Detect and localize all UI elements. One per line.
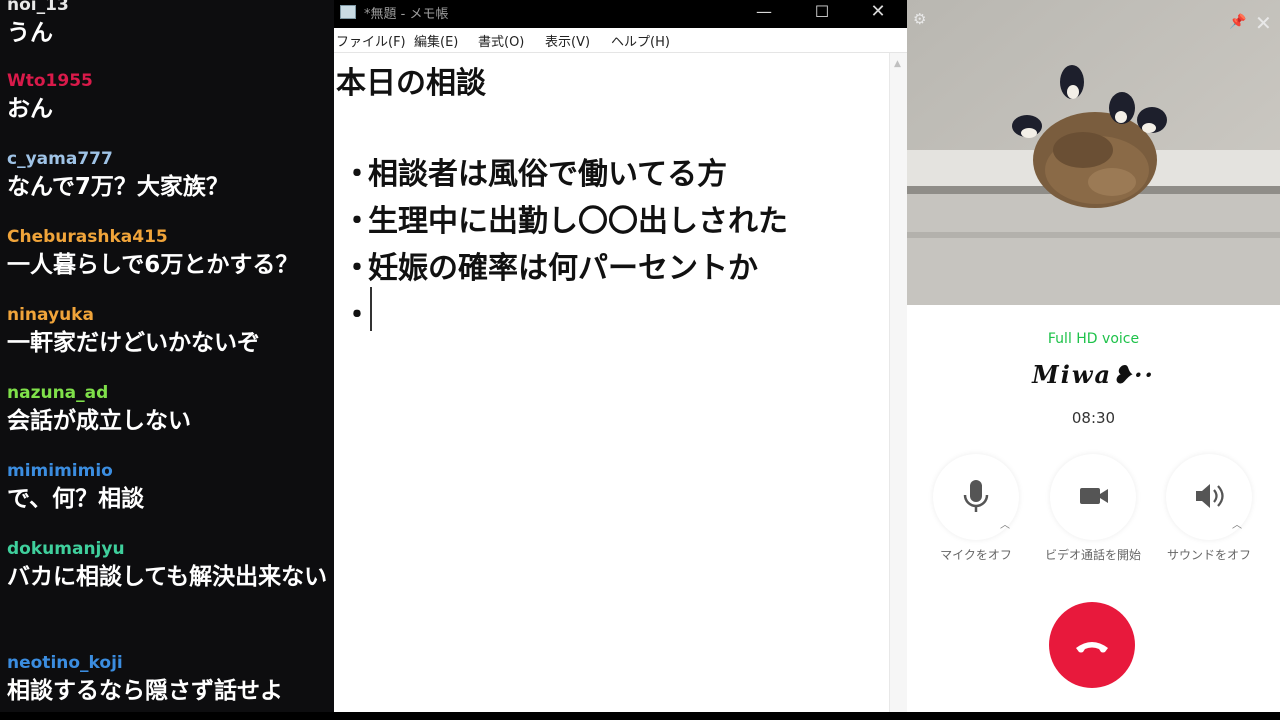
- chat-username: dokumanjyu: [7, 539, 125, 559]
- notepad-icon: [340, 5, 356, 19]
- chat-username: c_yama777: [7, 149, 113, 169]
- chat-username: nazuna_ad: [7, 383, 109, 403]
- chat-text: うん: [7, 20, 53, 46]
- mute-mic-label: マイクをオフ: [940, 548, 1012, 562]
- notepad-titlebar[interactable]: *無題 - メモ帳 — ☐ ✕: [334, 0, 907, 28]
- mic-options-chevron-icon[interactable]: ︿: [1000, 516, 1010, 531]
- chat-message: nazuna_ad 会話が成立しない: [7, 382, 334, 438]
- bullet-mark: ・: [342, 204, 372, 239]
- chat-text: おん: [7, 96, 53, 122]
- scroll-up-icon[interactable]: ▲: [894, 59, 901, 69]
- call-timer: 08:30: [1071, 409, 1116, 427]
- start-video-label: ビデオ通話を開始: [1044, 548, 1141, 562]
- chat-message: noi_13 うん: [7, 0, 334, 50]
- chat-text: で、何？相談: [7, 486, 145, 512]
- caller-name: Miwa❥··: [1032, 360, 1155, 389]
- chat-message: Cheburashka415 一人暮らしで6万とかする？: [7, 226, 334, 282]
- gear-icon: ⚙: [913, 10, 926, 28]
- menu-view[interactable]: 表示(V): [545, 31, 590, 50]
- chat-message: mimimimio で、何？相談: [7, 460, 334, 516]
- hd-voice-label: Full HD voice: [1047, 331, 1140, 347]
- bullet-mark: ・: [342, 251, 372, 286]
- text-caret: [370, 287, 372, 331]
- video-camera-icon: [1080, 488, 1108, 504]
- vertical-scrollbar[interactable]: ▲: [889, 53, 907, 712]
- note-bullet: ・生理中に出勤し〇〇出しされた: [342, 196, 788, 240]
- video-feed: ⚙ 📌 ✕: [907, 0, 1280, 305]
- start-video-button[interactable]: [1050, 454, 1136, 540]
- chat-message: c_yama777 なんで7万？大家族？: [7, 148, 334, 204]
- menu-edit[interactable]: 編集(E): [414, 31, 458, 50]
- note-bullet: ・相談者は風俗で働いてる方: [342, 149, 727, 193]
- sound-options-chevron-icon[interactable]: ︿: [1232, 516, 1242, 531]
- maximize-button[interactable]: ☐: [800, 0, 844, 28]
- close-button[interactable]: ✕: [856, 0, 900, 28]
- chat-panel: noi_13 うん Wto1955 おん c_yama777 なんで7万？大家族…: [0, 0, 334, 720]
- chat-text: 一人暮らしで6万とかする？: [7, 252, 299, 278]
- notepad-title: *無題 - メモ帳: [364, 7, 449, 22]
- chat-message: neotino_koji 相談するなら隠さず話せよ: [7, 652, 334, 708]
- call-window: ⚙ 📌 ✕ Full HD voice Miwa❥·· 08:30 ︿ マイクを…: [907, 0, 1280, 712]
- note-bullet-text: 妊娠の確率は何パーセントか: [368, 251, 758, 286]
- mute-sound-label: サウンドをオフ: [1166, 548, 1251, 562]
- chat-message: Wto1955 おん: [7, 70, 334, 126]
- chat-username: Cheburashka415: [7, 227, 168, 247]
- note-bullet: ・妊娠の確率は何パーセントか: [342, 243, 758, 287]
- chat-message: dokumanjyu バカに相談しても解決出来ない: [7, 538, 334, 594]
- menu-help[interactable]: ヘルプ(H): [611, 31, 670, 50]
- chat-message: ninayuka 一軒家だけどいかないぞ: [7, 304, 334, 360]
- chat-username: ninayuka: [7, 305, 94, 325]
- chat-username: Wto1955: [7, 71, 93, 91]
- chat-username: noi_13: [7, 0, 69, 15]
- phone-hangup-icon: [1076, 642, 1108, 653]
- menu-file[interactable]: ファイル(F): [336, 31, 406, 50]
- chat-username: neotino_koji: [7, 653, 123, 673]
- chat-text: 相談するなら隠さず話せよ: [7, 678, 283, 704]
- chat-text: 会話が成立しない: [7, 408, 191, 434]
- text-editor-area[interactable]: 本日の相談 ・相談者は風俗で働いてる方 ・生理中に出勤し〇〇出しされた ・妊娠の…: [334, 53, 889, 712]
- chat-text: なんで7万？大家族？: [7, 174, 229, 200]
- note-bullet: ・: [342, 290, 372, 334]
- note-heading: 本日の相談: [336, 66, 486, 101]
- chat-text: 一軒家だけどいかないぞ: [7, 330, 260, 356]
- notepad-window: *無題 - メモ帳 — ☐ ✕ ファイル(F) 編集(E) 書式(O) 表示(V…: [334, 0, 907, 712]
- minimize-button[interactable]: —: [742, 0, 786, 28]
- note-bullet-text: 生理中に出勤し〇〇出しされた: [368, 204, 788, 239]
- pin-icon: 📌: [1229, 12, 1247, 30]
- hang-up-button[interactable]: [1049, 602, 1135, 688]
- chat-username: mimimimio: [7, 461, 113, 481]
- menu-bar: ファイル(F) 編集(E) 書式(O) 表示(V) ヘルプ(H): [334, 28, 907, 53]
- note-bullet-text: 相談者は風俗で働いてる方: [368, 157, 728, 192]
- chat-text: バカに相談しても解決出来ない: [7, 564, 328, 590]
- bottom-edge: [0, 712, 1280, 720]
- bullet-mark: ・: [342, 157, 372, 192]
- swallow-nest-image: ⚙ 📌 ✕: [907, 0, 1280, 305]
- menu-format[interactable]: 書式(O): [478, 31, 524, 50]
- close-call-icon: ✕: [1255, 11, 1272, 35]
- bullet-mark: ・: [342, 298, 372, 333]
